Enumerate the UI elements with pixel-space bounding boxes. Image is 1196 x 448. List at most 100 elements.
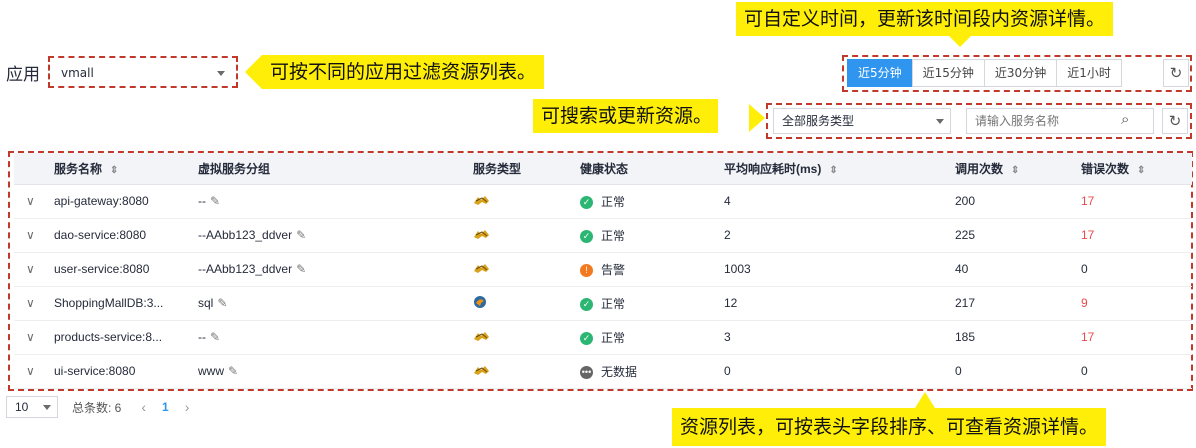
column-header-latency[interactable]: 平均响应耗时(ms) ⇕ (724, 153, 955, 185)
table-row[interactable]: ∨ ui-service:8080 www ✎ ••• 无数据 0 0 0 (14, 354, 1192, 389)
health-status-icon: ✓ (580, 195, 593, 209)
service-name[interactable]: ui-service:8080 (54, 364, 135, 378)
app-filter-callout-text: 可按不同的应用过滤资源列表。 (270, 61, 537, 83)
service-name[interactable]: api-gateway:8080 (54, 194, 149, 208)
errors-cell: 17 (1081, 218, 1192, 253)
column-header-type: 服务类型 (473, 153, 580, 185)
service-name-cell[interactable]: ui-service:8080 (54, 354, 198, 389)
pencil-icon[interactable]: ✎ (296, 262, 306, 276)
latency-value: 3 (724, 330, 731, 344)
latency-cell: 4 (724, 184, 955, 219)
chevron-down-icon[interactable]: ∨ (14, 330, 35, 344)
pencil-icon[interactable]: ✎ (217, 296, 227, 310)
service-name-cell[interactable]: user-service:8080 (54, 252, 198, 287)
service-name[interactable]: user-service:8080 (54, 262, 149, 276)
service-name[interactable]: ShoppingMallDB:3... (54, 296, 163, 310)
page-size-select[interactable]: 10 (6, 396, 58, 418)
refresh-time-button[interactable]: ↻ (1163, 59, 1189, 87)
refresh-resources-button[interactable]: ↻ (1162, 108, 1188, 134)
expand-cell[interactable]: ∨ (14, 320, 54, 355)
health-status-text: 正常 (601, 330, 626, 345)
search-icon[interactable]: ⌕ (1121, 110, 1129, 128)
latency-value: 1003 (724, 262, 751, 276)
expand-cell[interactable]: ∨ (14, 354, 54, 389)
sort-icon[interactable]: ⇕ (110, 165, 118, 176)
prev-page-button[interactable]: ‹ (141, 399, 146, 415)
time-range-option[interactable]: 近15分钟 (911, 59, 985, 87)
errors-cell: 17 (1081, 184, 1192, 219)
service-name-cell[interactable]: api-gateway:8080 (54, 184, 198, 219)
pencil-icon[interactable]: ✎ (228, 364, 238, 378)
health-cell: ! 告警 (580, 252, 724, 287)
next-page-button[interactable]: › (185, 399, 190, 415)
app-select[interactable]: vmall (55, 61, 231, 85)
health-status-icon: ✓ (580, 229, 593, 243)
column-header-name[interactable]: 服务名称 ⇕ (54, 153, 198, 185)
health-status-text: 正常 (601, 228, 626, 243)
latency-cell: 1003 (724, 252, 955, 287)
service-name[interactable]: dao-service:8080 (54, 228, 146, 242)
column-header-health: 健康状态 (580, 153, 724, 185)
latency-cell: 0 (724, 354, 955, 389)
tomcat-icon (473, 194, 489, 206)
expand-cell[interactable]: ∨ (14, 184, 54, 219)
pencil-icon[interactable]: ✎ (210, 330, 220, 344)
errors-value: 0 (1081, 364, 1088, 378)
column-header-calls[interactable]: 调用次数 ⇕ (955, 153, 1081, 185)
chevron-down-icon[interactable]: ∨ (14, 194, 35, 208)
table-row[interactable]: ∨ ShoppingMallDB:3... sql ✎ ✓ 正常 12 217 9 (14, 286, 1192, 321)
errors-value: 17 (1081, 330, 1095, 344)
column-header-label: 健康状态 (580, 161, 629, 176)
pencil-icon[interactable]: ✎ (210, 194, 220, 208)
sort-icon[interactable]: ⇕ (829, 165, 837, 176)
expand-cell[interactable]: ∨ (14, 286, 54, 321)
service-name-cell[interactable]: ShoppingMallDB:3... (54, 286, 198, 321)
sort-icon[interactable]: ⇕ (1011, 165, 1019, 176)
table-row[interactable]: ∨ products-service:8... -- ✎ ✓ 正常 3 185 17 (14, 320, 1192, 355)
chevron-down-icon[interactable]: ∨ (14, 262, 35, 276)
calls-cell: 40 (955, 252, 1081, 287)
calls-cell: 225 (955, 218, 1081, 253)
group-name: sql (198, 296, 214, 310)
column-header-label: 平均响应耗时(ms) (724, 161, 822, 176)
health-status-icon: ✓ (580, 331, 593, 345)
group-cell: www ✎ (198, 354, 473, 389)
pencil-icon[interactable]: ✎ (296, 228, 306, 242)
latency-cell: 2 (724, 218, 955, 253)
calls-value: 40 (955, 262, 969, 276)
chevron-down-icon[interactable]: ∨ (14, 228, 35, 242)
table-row[interactable]: ∨ dao-service:8080 --AAbb123_ddver ✎ ✓ 正常 2 225… (14, 218, 1192, 253)
health-status-icon: ! (580, 263, 593, 277)
current-page[interactable]: 1 (162, 400, 169, 414)
expand-cell[interactable]: ∨ (14, 252, 54, 287)
errors-value: 17 (1081, 228, 1095, 242)
sort-icon[interactable]: ⇕ (1137, 165, 1145, 176)
service-name-cell[interactable]: dao-service:8080 (54, 218, 198, 253)
health-status-text: 正常 (601, 194, 626, 209)
group-name: www (198, 364, 224, 378)
tomcat-icon (473, 228, 489, 240)
service-name-cell[interactable]: products-service:8... (54, 320, 198, 355)
page-size-value: 10 (15, 400, 29, 414)
column-header-label: 服务名称 (54, 161, 103, 176)
expand-cell[interactable]: ∨ (14, 218, 54, 253)
tomcat-icon (473, 364, 489, 376)
table-row[interactable]: ∨ api-gateway:8080 -- ✎ ✓ 正常 4 200 17 (14, 184, 1192, 219)
column-header-label: 调用次数 (955, 161, 1004, 176)
chevron-down-icon[interactable]: ∨ (14, 296, 35, 310)
latency-cell: 12 (724, 286, 955, 321)
column-header-errors[interactable]: 错误次数 ⇕ (1081, 153, 1192, 185)
time-range-option[interactable]: 近1小时 (1056, 59, 1122, 87)
chevron-down-icon (936, 119, 944, 124)
app-label: 应用 (6, 65, 40, 85)
chevron-down-icon[interactable]: ∨ (14, 364, 35, 378)
time-range-option[interactable]: 近30分钟 (983, 59, 1058, 87)
callout-arrow-right (749, 104, 765, 132)
service-type-select[interactable]: 全部服务类型 (773, 108, 951, 134)
time-range-option[interactable]: 近5分钟 (847, 59, 913, 87)
time-range-callout: 可自定义时间，更新该时间段内资源详情。 (736, 2, 1114, 47)
health-cell: ✓ 正常 (580, 218, 724, 253)
group-name: -- (198, 330, 206, 344)
service-name[interactable]: products-service:8... (54, 330, 162, 344)
table-row[interactable]: ∨ user-service:8080 --AAbb123_ddver ✎! 告警 100… (14, 252, 1192, 287)
